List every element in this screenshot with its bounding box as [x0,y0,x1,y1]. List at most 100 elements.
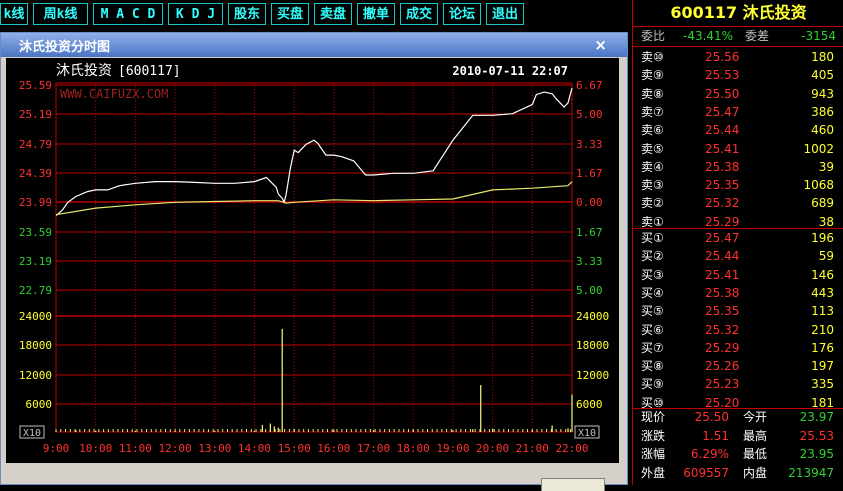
volume-tick-left: 24000 [19,310,52,323]
sell-level-label: 卖⑩ [641,50,664,64]
pct-tick-right: 1.67 [576,226,603,239]
time-tick: 14:00 [238,442,271,455]
sell-level-row: 卖③ 25.35 1068 [633,176,843,195]
chart-datetime: 2010-07-11 22:07 [452,64,568,78]
sell-level-price: 25.47 [705,104,740,119]
sell-level-label: 卖⑥ [641,123,664,138]
buy-level-label: 买⑧ [641,359,664,374]
stat-label-2: 今开 [743,410,768,424]
stat-label: 外盘 [641,465,666,480]
time-tick: 10:00 [79,442,112,455]
buy-level-row: 买⑦ 25.29 176 [633,339,843,358]
buy-level-row: 买⑧ 25.26 197 [633,357,843,376]
close-icon[interactable]: × [594,36,607,54]
stat-label: 涨幅 [641,447,666,461]
volume-tick-right: 18000 [576,339,609,352]
stock-code: [600117] [118,64,181,79]
time-tick: 11:00 [119,442,152,455]
stat-label-2: 内盘 [743,465,768,480]
toolbar-button-8[interactable]: 成交 [400,3,438,25]
quote-weibi-row: 委比 -43.41% 委差 -3154 [633,27,843,46]
time-tick: 9:00 [43,442,70,455]
buy-level-row: 买⑥ 25.32 210 [633,321,843,340]
sell-level-label: 卖⑤ [641,141,664,156]
sell-level-volume: 943 [811,86,834,101]
sell-level-row: 卖⑩ 25.56 180 [633,48,843,67]
buy-level-price: 25.35 [705,304,740,319]
sell-level-volume: 460 [811,123,834,138]
stat-value: 6.29% [690,447,729,461]
toolbar-button-1[interactable]: 周k线 [33,3,88,25]
sell-level-volume: 386 [811,104,834,119]
toolbar-button-4[interactable]: 股东 [228,3,266,25]
sell-level-volume: 689 [811,196,834,211]
buy-level-row: 买⑨ 25.23 335 [633,375,843,394]
quote-stat-row: 现价 25.50 今开 23.97 [633,408,843,427]
volume-tick-right: 24000 [576,310,609,323]
window-titlebar[interactable]: 沐氏投资分时图 × [1,33,627,57]
quote-stat-row: 外盘 609557 内盘 213947 [633,464,843,483]
stat-value-2: 213947 [788,465,834,480]
toolbar: k线 周k线 M A C DK D J 股东 买盘 卖盘 撤单 成交 论坛 退出 [0,0,630,28]
buy-level-volume: 59 [818,249,834,264]
sell-level-volume: 39 [818,159,834,174]
volume-tick-left: 18000 [19,339,52,352]
sell-level-label: 卖⑨ [641,68,664,83]
price-tick-left: 23.59 [19,226,52,239]
toolbar-button-7[interactable]: 撤单 [357,3,395,25]
price-tick-left: 25.59 [19,79,52,92]
stat-label-2: 最低 [743,447,768,461]
quote-header: 600117 沐氏投资 [670,3,807,22]
toolbar-button-5[interactable]: 买盘 [271,3,309,25]
sell-level-row: 卖⑨ 25.53 405 [633,66,843,85]
buy-level-price: 25.47 [705,231,740,245]
buy-level-price: 25.23 [705,377,740,392]
volume-tick-left: 6000 [26,398,53,411]
price-tick-left: 23.99 [19,196,52,209]
stock-name: 沐氏投资 [56,63,112,79]
time-tick: 21:00 [516,442,549,455]
buy-level-volume: 146 [811,267,834,282]
sell-level-volume: 405 [811,68,834,83]
buy-level-row: 买② 25.44 59 [633,247,843,266]
toolbar-button-2[interactable]: M A C D [93,3,163,25]
sell-level-price: 25.44 [705,123,740,138]
toolbar-button-10[interactable]: 退出 [486,3,524,25]
quote-stat-row: 涨跌 1.51 最高 25.53 [633,427,843,446]
buy-level-label: 买② [641,249,664,264]
buy-level-label: 买④ [641,285,664,300]
buy-level-volume: 113 [811,304,834,319]
pct-tick-right: 1.67 [576,167,603,180]
stat-value: 1.51 [702,428,729,443]
pct-tick-right: 5.00 [576,108,603,121]
stat-value-2: 23.97 [799,410,834,424]
sell-level-price: 25.35 [705,178,740,193]
toolbar-button-0[interactable]: k线 [0,3,28,25]
toolbar-button-9[interactable]: 论坛 [443,3,481,25]
toolbar-button-6[interactable]: 卖盘 [314,3,352,25]
stat-value-2: 25.53 [799,428,834,443]
time-tick: 16:00 [317,442,350,455]
stat-label-2: 最高 [743,428,768,443]
weibi-label: 委比 [641,29,666,43]
buy-level-volume: 443 [811,285,834,300]
toolbar-button-3[interactable]: K D J [168,3,223,25]
sell-level-row: 卖⑦ 25.47 386 [633,103,843,122]
price-tick-left: 24.79 [19,138,52,151]
price-tick-left: 24.39 [19,167,52,180]
sell-level-price: 25.32 [705,196,740,211]
buy-level-row: 买① 25.47 196 [633,229,843,248]
buy-level-label: 买⑥ [641,322,664,337]
buy-level-volume: 210 [811,322,834,337]
sell-level-label: 卖④ [641,159,664,174]
buy-level-price: 25.26 [705,359,740,374]
sell-level-row: 卖④ 25.38 39 [633,158,843,177]
sell-level-row: 卖⑥ 25.44 460 [633,121,843,140]
timeshare-chart: 25.59 6.67 25.19 5.00 24.79 3.33 24.39 1.67 23.9… [6,58,619,463]
sell-level-price: 25.41 [705,141,740,156]
buy-level-volume: 197 [811,359,834,374]
pct-tick-right: 6.67 [576,79,603,92]
sell-level-label: 卖② [641,196,664,211]
buy-level-label: 买⑤ [641,304,664,319]
price-tick-left: 22.79 [19,284,52,297]
